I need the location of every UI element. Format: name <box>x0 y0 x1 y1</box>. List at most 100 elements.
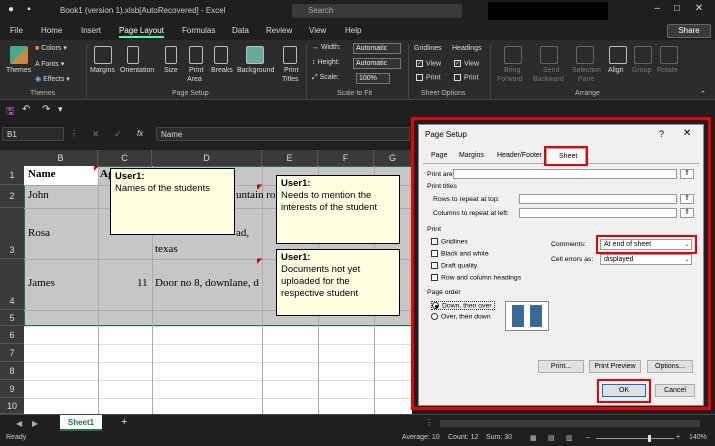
dialog-tab-margins[interactable]: Margins <box>459 152 484 159</box>
search-box[interactable]: Search <box>292 4 462 18</box>
column-header-e[interactable]: E <box>262 150 318 166</box>
orientation-button[interactable]: Orientation <box>120 67 154 74</box>
page-layout-view-icon[interactable]: ▤ <box>548 434 555 442</box>
undo-icon[interactable]: ↶ <box>22 104 30 115</box>
close-window-icon[interactable]: ✕ <box>692 3 706 17</box>
background-button[interactable]: Background <box>237 67 274 74</box>
insert-function-icon[interactable]: fx <box>137 129 143 138</box>
tab-file[interactable]: File <box>10 26 23 35</box>
cell-d2[interactable]: untain ro <box>236 189 275 201</box>
over-down-radio[interactable]: Over, then down <box>431 313 491 320</box>
fonts-button[interactable]: A Fonts ▾ <box>35 60 64 68</box>
collapse-ribbon-icon[interactable]: ⌃ <box>700 90 706 98</box>
print-titles-line2[interactable]: Titles <box>282 76 298 83</box>
add-sheet-icon[interactable]: + <box>121 416 127 428</box>
collapse-dialog-icon[interactable]: ⇑ <box>680 208 694 218</box>
breaks-button[interactable]: Breaks <box>211 67 233 74</box>
print-preview-button[interactable]: Print Preview <box>589 360 641 373</box>
bring-forward-line2[interactable]: Forward <box>497 76 523 83</box>
print-area-line2[interactable]: Area <box>187 76 202 83</box>
minimize-icon[interactable]: – <box>650 3 664 17</box>
row-header-7[interactable]: 7 <box>0 344 24 362</box>
tab-home[interactable]: Home <box>41 26 62 35</box>
dialog-tab-header-footer[interactable]: Header/Footer <box>497 152 542 159</box>
zoom-slider-thumb[interactable] <box>648 435 651 442</box>
height-select[interactable]: Automatic <box>353 58 401 69</box>
print-area-line1[interactable]: Print <box>189 67 203 74</box>
collapse-dialog-icon[interactable]: ⇑ <box>680 194 694 204</box>
group-button[interactable]: Group <box>632 67 651 74</box>
align-button[interactable]: Align <box>608 67 624 74</box>
bring-forward-line1[interactable]: Bring <box>504 67 520 74</box>
formula-input[interactable]: Name <box>156 127 410 141</box>
options-button[interactable]: Options... <box>647 360 693 373</box>
row-header-3[interactable]: 3 <box>0 208 24 259</box>
more-options-icon[interactable]: ⋮ <box>70 129 78 138</box>
row-header-10[interactable]: 10 <box>0 398 24 414</box>
gridlines-print-checkbox[interactable]: Print <box>416 74 440 81</box>
tab-formulas[interactable]: Formulas <box>182 26 215 35</box>
zoom-level[interactable]: 140% <box>689 434 707 441</box>
tab-view[interactable]: View <box>309 26 326 35</box>
close-dialog-icon[interactable]: ✕ <box>683 128 691 139</box>
maximize-icon[interactable]: □ <box>670 3 684 17</box>
horizontal-scrollbar[interactable] <box>440 420 700 427</box>
size-button[interactable]: Size <box>164 67 178 74</box>
cancel-entry-icon[interactable]: ✕ <box>92 129 100 140</box>
comment-note[interactable]: User1: Names of the students <box>110 168 235 235</box>
send-backward-line2[interactable]: Backward <box>533 76 564 83</box>
cell-c4[interactable]: 11 <box>137 277 148 289</box>
customize-qat-icon[interactable]: ▾ <box>58 104 63 115</box>
scale-input[interactable]: 100% <box>356 73 390 84</box>
print-area-input[interactable] <box>453 169 677 179</box>
rows-repeat-input[interactable] <box>519 194 677 204</box>
tab-help[interactable]: Help <box>345 26 361 35</box>
cell-b1[interactable]: Name <box>28 168 56 180</box>
share-button[interactable]: Share <box>667 24 711 38</box>
dialog-tab-page[interactable]: Page <box>431 152 447 159</box>
row-header-8[interactable]: 8 <box>0 362 24 380</box>
save-icon[interactable]: ▪ <box>22 4 36 18</box>
down-over-radio[interactable]: Down, then over <box>431 301 495 311</box>
print-titles-line1[interactable]: Print <box>284 67 298 74</box>
sheet-tab-sheet1[interactable]: Sheet1 <box>60 415 102 431</box>
column-header-f[interactable]: F <box>318 150 374 166</box>
select-all-corner[interactable] <box>0 150 24 166</box>
margins-button[interactable]: Margins <box>90 67 115 74</box>
page-break-view-icon[interactable]: ▥ <box>566 434 573 442</box>
help-icon[interactable]: ? <box>659 129 664 139</box>
normal-view-icon[interactable]: ▦ <box>530 434 537 442</box>
errors-select[interactable]: displayed ⌄ <box>600 254 692 265</box>
autosave-icon[interactable]: ● <box>4 4 18 18</box>
print-button[interactable]: Print... <box>538 360 584 373</box>
zoom-out-icon[interactable]: – <box>586 434 590 441</box>
cell-b4[interactable]: James <box>28 277 55 289</box>
cell-b3[interactable]: Rosa <box>28 227 50 239</box>
collapse-dialog-icon[interactable]: ⇑ <box>680 169 694 179</box>
column-header-d[interactable]: D <box>152 150 262 166</box>
confirm-entry-icon[interactable]: ✓ <box>114 129 122 140</box>
row-header-1[interactable]: 1 <box>0 166 24 185</box>
tab-page-layout[interactable]: Page Layout <box>119 26 164 38</box>
name-box[interactable]: B1 <box>2 127 64 141</box>
colors-button[interactable]: ■ Colors ▾ <box>35 44 67 52</box>
cell-d3-line1[interactable]: ad, <box>236 227 249 239</box>
gridlines-checkbox[interactable]: Gridlines <box>431 238 468 245</box>
redo-icon[interactable]: ↷ <box>42 104 50 115</box>
scroll-right-icon[interactable]: ▶ <box>32 419 38 428</box>
cell-d3-line2[interactable]: texas <box>155 243 178 255</box>
send-backward-line1[interactable]: Send <box>543 67 559 74</box>
selection-pane-line1[interactable]: Selection <box>572 67 601 74</box>
comment-note[interactable]: User1: Needs to mention the interests of… <box>276 175 400 244</box>
black-white-checkbox[interactable]: Black and white <box>431 250 489 257</box>
headings-print-checkbox[interactable]: Print <box>454 74 478 81</box>
row-header-5[interactable]: 5 <box>0 310 24 326</box>
rotate-button[interactable]: Rotate <box>657 67 678 74</box>
effects-button[interactable]: ◉ Effects ▾ <box>35 75 70 83</box>
gridlines-view-checkbox[interactable]: ✓ View <box>416 60 441 67</box>
row-header-2[interactable]: 2 <box>0 185 24 208</box>
cell-b2[interactable]: John <box>28 189 49 201</box>
draft-checkbox[interactable]: Draft quality <box>431 262 477 269</box>
column-header-g[interactable]: G <box>374 150 412 166</box>
save-icon[interactable]: 🖫 <box>6 104 15 121</box>
